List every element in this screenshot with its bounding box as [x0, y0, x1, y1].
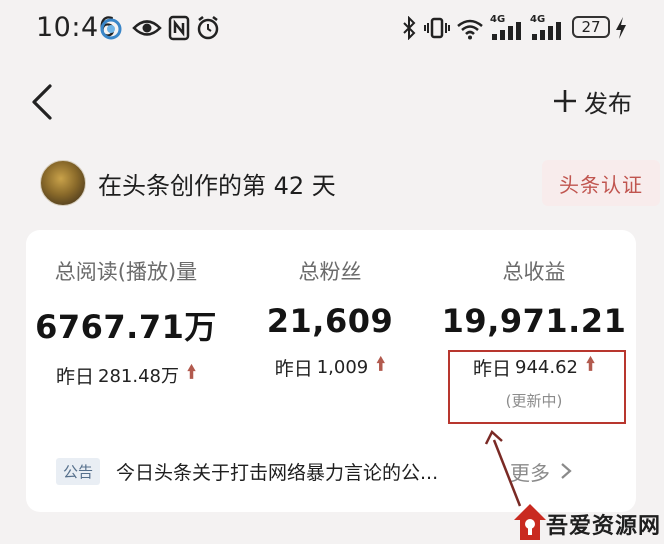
qq-icon: [100, 18, 122, 40]
charging-icon: [616, 17, 626, 39]
stat-label: 总阅读(播放)量: [54, 260, 198, 284]
stat-label: 总收益: [502, 260, 566, 284]
arrow-up-icon: 🠙: [186, 362, 197, 383]
publish-label: 发布: [584, 89, 632, 118]
watermark: 吾爱资源网: [508, 500, 664, 544]
arrow-up-icon: 🠙: [376, 354, 386, 375]
house-logo-icon: [514, 504, 546, 540]
yesterday-value: 1,009: [316, 356, 369, 378]
signal-icon: [492, 22, 521, 40]
chevron-right-icon: [561, 463, 572, 479]
watermark-text: 吾爱资源网: [546, 514, 662, 539]
alarm-icon: [197, 16, 219, 40]
stats-card: 总阅读(播放)量 6767.71万 昨日 281.48万 🠙 总粉丝 21,60…: [26, 230, 636, 512]
annotation-arrow-icon: [484, 430, 522, 507]
yesterday-label: 昨日: [55, 365, 94, 388]
stat-yesterday: 昨日 281.48万 🠙: [26, 360, 226, 390]
chevron-left-icon: [32, 84, 52, 120]
stat-total-fans[interactable]: 总粉丝 21,609 昨日 1,009 🠙: [230, 256, 430, 382]
nfc-icon: [168, 15, 190, 41]
stat-value: 19,971.21: [441, 302, 627, 340]
stat-label: 总粉丝: [298, 260, 362, 284]
creator-days-text: 在头条创作的第 42 天: [98, 172, 336, 200]
battery-indicator: 27: [572, 16, 610, 38]
yesterday-value: 281.48万: [98, 366, 179, 387]
verification-badge[interactable]: 头条认证: [542, 160, 660, 206]
avatar[interactable]: [40, 160, 86, 206]
stat-yesterday: 昨日 1,009 🠙: [230, 352, 430, 382]
eye-icon: [132, 20, 162, 36]
notice-text: 今日头条关于打击网络暴力言论的公...: [116, 461, 439, 484]
plus-icon: [554, 90, 576, 112]
vibrate-icon: [424, 17, 450, 39]
back-button[interactable]: [28, 82, 64, 122]
stat-value: 21,609: [266, 302, 394, 340]
signal-icon: [532, 22, 561, 40]
wifi-icon: [457, 19, 483, 40]
stat-total-reads[interactable]: 总阅读(播放)量 6767.71万 昨日 281.48万 🠙: [26, 256, 226, 390]
bluetooth-icon: [403, 16, 416, 40]
yesterday-label: 昨日: [274, 357, 313, 380]
publish-button[interactable]: 发布: [552, 84, 632, 118]
annotation-highlight-box: [448, 350, 626, 424]
notice-tag: 公告: [56, 457, 101, 485]
status-bar: 10:46 4G 4G 27: [0, 0, 664, 60]
stat-value: 6767.71万: [35, 308, 217, 346]
